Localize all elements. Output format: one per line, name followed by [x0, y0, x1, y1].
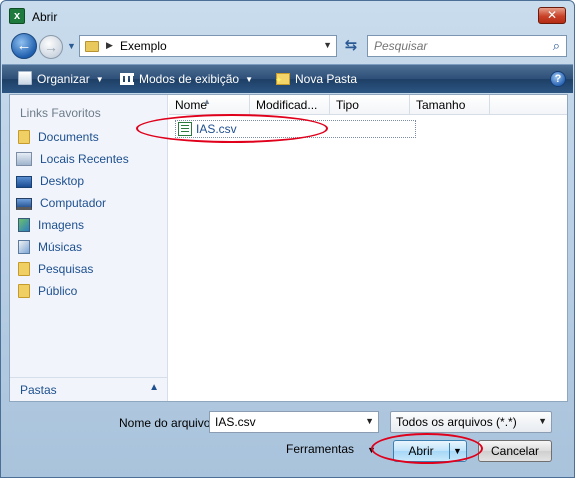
search-icon[interactable]: ⌕ [553, 38, 560, 54]
organize-button[interactable]: Organizar ▼ [18, 65, 104, 93]
breadcrumb-separator-icon[interactable]: ▶ [106, 40, 113, 51]
filename-input[interactable] [213, 414, 353, 430]
sidebar-item-label: Público [38, 284, 78, 298]
close-button[interactable]: ✕ [538, 7, 566, 24]
desktop-icon [16, 176, 32, 188]
views-label: Modos de exibição [139, 72, 240, 86]
chevron-down-icon: ▼ [538, 416, 547, 426]
open-options-dropdown-icon[interactable]: ▼ [453, 441, 462, 461]
music-icon [18, 240, 30, 254]
column-label: Tipo [336, 98, 359, 112]
column-label: Tamanho [416, 98, 466, 112]
views-button[interactable]: Modos de exibição ▼ [120, 65, 253, 93]
sidebar-item-label: Locais Recentes [40, 152, 129, 166]
views-icon [120, 73, 134, 85]
open-dialog: x Abrir ✕ ← → ▼ ▶ Exemplo ▼ ⇆ ⌕ Organiza… [0, 0, 575, 478]
file-list: Nome ▲ Modificad... Tipo Tamanho IAS.csv [169, 95, 567, 401]
back-arrow-icon: ← [16, 37, 32, 54]
pictures-icon [18, 218, 30, 232]
search-box[interactable]: ⌕ [367, 35, 567, 57]
new-folder-label: Nova Pasta [295, 72, 358, 86]
organize-icon [18, 71, 32, 85]
forward-arrow-icon: → [44, 39, 58, 55]
sidebar-item-pictures[interactable]: Imagens [16, 215, 84, 235]
open-button-label: Abrir [408, 444, 434, 458]
split-divider [449, 443, 450, 459]
sidebar-item-label: Computador [40, 196, 107, 210]
sidebar-item-recent-places[interactable]: Locais Recentes [16, 149, 129, 169]
new-folder-button[interactable]: Nova Pasta [275, 65, 358, 94]
cancel-button[interactable]: Cancelar [478, 440, 552, 462]
column-size[interactable]: Tamanho [410, 95, 490, 115]
recent-places-icon [16, 152, 32, 166]
address-row: ← → ▼ ▶ Exemplo ▼ ⇆ ⌕ [1, 31, 574, 63]
title-bar: x Abrir ✕ [1, 1, 574, 31]
address-bar[interactable]: ▶ Exemplo ▼ [79, 35, 337, 57]
tools-button[interactable]: Ferramentas [286, 442, 354, 458]
sidebar-item-label: Desktop [40, 174, 85, 188]
sort-ascending-icon: ▲ [203, 97, 211, 106]
sidebar-item-desktop[interactable]: Desktop [16, 171, 84, 191]
chevron-down-icon: ▼ [245, 75, 253, 84]
sidebar-item-searches[interactable]: Pesquisas [16, 259, 93, 279]
filename-label: Nome do arquivo: [119, 416, 214, 430]
search-input[interactable] [372, 38, 542, 54]
sidebar-item-public[interactable]: Público [16, 281, 77, 301]
sidebar-item-documents[interactable]: Documents [16, 127, 99, 147]
column-modified[interactable]: Modificad... [250, 95, 330, 115]
sidebar-item-label: Documents [38, 130, 99, 144]
dialog-title: Abrir [32, 10, 58, 24]
excel-icon: x [9, 8, 25, 24]
column-name[interactable]: Nome ▲ [169, 95, 250, 115]
recent-pages-dropdown[interactable]: ▼ [67, 41, 76, 51]
column-type[interactable]: Tipo [330, 95, 410, 115]
column-label: Modificad... [256, 98, 318, 112]
chevron-up-icon: ▲ [149, 382, 159, 393]
command-toolbar: Organizar ▼ Modos de exibição ▼ Nova Pasta… [2, 64, 573, 94]
file-name: IAS.csv [196, 122, 237, 136]
filename-field[interactable]: ▼ [209, 411, 379, 433]
forward-button[interactable]: → [39, 35, 63, 59]
filetype-select[interactable]: Todos os arquivos (*.*) ▼ [390, 411, 552, 433]
folder-icon [18, 262, 30, 276]
computer-icon [16, 198, 32, 210]
sidebar-item-computer[interactable]: Computador [16, 193, 106, 213]
filetype-value: Todos os arquivos (*.*) [396, 415, 517, 429]
chevron-down-icon: ▼ [95, 75, 104, 84]
refresh-button[interactable]: ⇆ [339, 35, 363, 57]
organize-label: Organizar [37, 72, 90, 86]
csv-file-icon [178, 122, 192, 136]
chevron-down-icon[interactable]: ▼ [367, 445, 376, 455]
sidebar-item-label: Pesquisas [38, 262, 94, 276]
favorites-heading: Links Favoritos [20, 106, 101, 120]
help-button[interactable]: ? [550, 71, 566, 87]
sidebar-item-music[interactable]: Músicas [16, 237, 82, 257]
folder-icon [18, 130, 30, 144]
breadcrumb-exemplo[interactable]: Exemplo [120, 39, 167, 53]
file-item[interactable]: IAS.csv [175, 120, 416, 138]
back-button[interactable]: ← [11, 33, 37, 59]
folders-toggle[interactable]: Pastas ▲ [10, 377, 167, 401]
browser-area: Links Favoritos Documents Locais Recente… [9, 94, 568, 402]
sidebar-item-label: Músicas [38, 240, 83, 254]
column-header-row: Nome ▲ Modificad... Tipo Tamanho [169, 95, 567, 115]
chevron-down-icon[interactable]: ▼ [365, 416, 374, 426]
navigation-pane: Links Favoritos Documents Locais Recente… [10, 95, 168, 401]
folder-icon [18, 284, 30, 298]
folders-label: Pastas [20, 383, 57, 397]
open-button[interactable]: Abrir ▼ [393, 440, 467, 462]
folder-icon [85, 41, 99, 52]
new-folder-icon [275, 66, 290, 94]
address-dropdown-icon[interactable]: ▼ [323, 40, 332, 50]
sidebar-item-label: Imagens [38, 218, 85, 232]
